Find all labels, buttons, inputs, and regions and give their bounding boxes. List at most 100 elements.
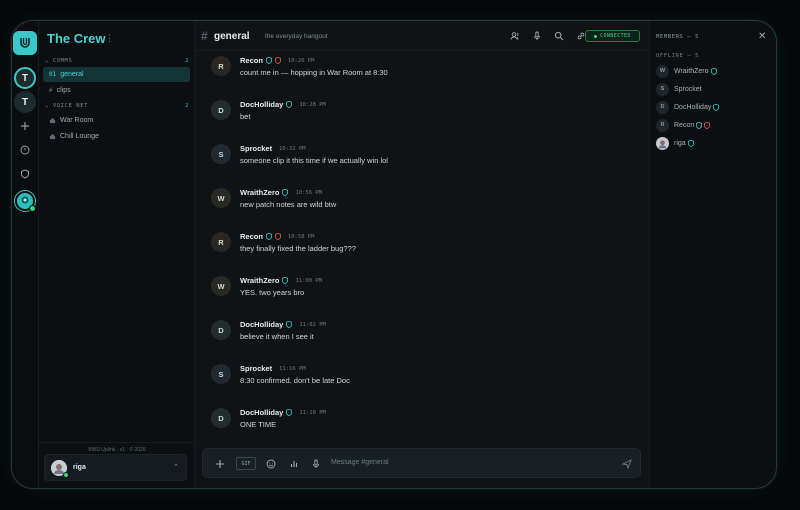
avatar[interactable]: R xyxy=(211,56,231,76)
server-name[interactable]: The Crew xyxy=(47,31,106,46)
shield-badge-icon xyxy=(710,67,717,75)
message-header: Recon 10:26 PM xyxy=(240,56,314,65)
members-icon[interactable] xyxy=(510,31,520,41)
search-icon[interactable] xyxy=(554,31,564,41)
members-title: MEMBERS — 5 xyxy=(656,34,700,40)
message-header: Sprocket 11:16 PM xyxy=(240,364,306,373)
shield-badge-icon xyxy=(265,57,272,64)
avatar[interactable]: R xyxy=(211,232,231,252)
channel-label: War Room xyxy=(60,117,94,124)
message-author[interactable]: Sprocket xyxy=(240,144,272,153)
member-item[interactable]: W WraithZero xyxy=(656,64,717,78)
member-item[interactable]: riga xyxy=(656,136,694,150)
poll-button[interactable] xyxy=(288,458,300,470)
server-button-2[interactable]: T xyxy=(14,91,36,113)
message-author[interactable]: Recon xyxy=(240,56,263,65)
member-name-text: DocHolliday xyxy=(674,103,712,111)
channel-topic: the everyday hangout xyxy=(265,33,328,40)
message-header: DocHolliday 11:02 PM xyxy=(240,320,326,329)
chevron-up-icon[interactable]: ⌃ xyxy=(173,463,179,471)
avatar: R xyxy=(656,118,669,132)
message-author[interactable]: WraithZero xyxy=(240,276,279,285)
explore-button[interactable] xyxy=(14,139,36,161)
avatar[interactable]: D xyxy=(211,320,231,340)
member-name-text: Recon xyxy=(674,121,695,129)
channel-number: 01 xyxy=(49,71,57,78)
smiley-icon xyxy=(266,459,276,469)
avatar[interactable]: W xyxy=(211,276,231,296)
avatar xyxy=(656,136,669,150)
send-icon xyxy=(622,459,632,469)
online-status-dot xyxy=(63,472,69,478)
microphone-icon[interactable] xyxy=(532,31,542,41)
message-text: YES. two years bro xyxy=(240,288,305,297)
security-button[interactable] xyxy=(14,163,36,185)
message-author[interactable]: DocHolliday xyxy=(240,320,283,329)
voice-channel-chill-lounge[interactable]: Chill Lounge xyxy=(43,129,190,144)
channel-label: general xyxy=(60,71,84,78)
bar-chart-icon xyxy=(290,461,298,467)
app-logo[interactable] xyxy=(13,31,37,55)
member-name: Recon xyxy=(674,121,711,129)
members-section-label: OFFLINE — 5 xyxy=(656,53,700,59)
shield-badge-icon xyxy=(282,277,289,284)
add-server-button[interactable] xyxy=(14,115,36,137)
member-item[interactable]: S Sprocket xyxy=(656,82,702,96)
compass-icon xyxy=(20,145,30,155)
gif-button[interactable]: GIF xyxy=(236,457,256,470)
message-header: WraithZero 11:00 PM xyxy=(240,276,322,285)
voice-channel-war-room[interactable]: War Room xyxy=(43,113,190,128)
avatar[interactable]: S xyxy=(211,364,231,384)
message-author[interactable]: DocHolliday xyxy=(240,100,283,109)
channel-clips[interactable]: # clips xyxy=(43,83,190,98)
message-text: someone clip it this time if we actually… xyxy=(240,156,388,165)
message-author[interactable]: Recon xyxy=(240,232,263,241)
message-text: believe it when I see it xyxy=(240,332,314,341)
version-text: BWU Uplink · v1 · © 2026 xyxy=(39,442,195,453)
section-voice-net[interactable]: ⌄ VOICE NET 2 xyxy=(45,103,189,109)
message-timestamp: 11:18 PM xyxy=(299,409,326,416)
message-author[interactable]: WraithZero xyxy=(240,188,279,197)
avatar: S xyxy=(656,82,669,96)
message-text: bet xyxy=(240,112,251,121)
channel-general[interactable]: 01 general xyxy=(43,67,190,82)
members-panel: MEMBERS — 5 ✕ OFFLINE — 5 W WraithZero S Sp… xyxy=(649,21,776,488)
member-item[interactable]: R Recon xyxy=(656,118,711,132)
status-dot xyxy=(594,34,598,38)
shield-badge-icon xyxy=(265,233,272,240)
message-header: DocHolliday 11:18 PM xyxy=(240,408,326,417)
avatar: D xyxy=(656,100,669,114)
add-attachment-button[interactable] xyxy=(214,458,226,470)
send-button[interactable] xyxy=(621,458,633,470)
voice-message-button[interactable] xyxy=(310,458,322,470)
close-icon[interactable]: ✕ xyxy=(758,31,766,42)
rail-user-avatar[interactable] xyxy=(15,191,36,212)
heart-badge-icon xyxy=(274,233,281,240)
message-author[interactable]: DocHolliday xyxy=(240,408,283,417)
shield-logo-icon xyxy=(20,38,30,48)
member-name-text: riga xyxy=(674,139,686,147)
home-icon xyxy=(49,117,56,124)
shield-icon xyxy=(21,169,29,179)
member-item[interactable]: D DocHolliday xyxy=(656,100,720,114)
message-author[interactable]: Sprocket xyxy=(240,364,272,373)
hash-icon: # xyxy=(49,87,53,94)
user-panel[interactable]: riga ⌃ xyxy=(44,454,187,481)
emoji-button[interactable] xyxy=(265,458,277,470)
message-timestamp: 10:58 PM xyxy=(287,233,315,240)
message-header: DocHolliday 10:28 PM xyxy=(240,100,326,109)
section-comms[interactable]: ⌄ COMMS 2 xyxy=(45,58,189,64)
server-menu-icon[interactable]: ⋮ xyxy=(105,33,114,44)
shield-badge-icon xyxy=(286,409,293,416)
message-input[interactable]: Message #general xyxy=(331,459,389,466)
message-text: they finally fixed the ladder bug??? xyxy=(240,244,356,253)
member-name: WraithZero xyxy=(674,67,717,75)
server-button-the-crew[interactable]: T xyxy=(14,67,36,89)
member-name-text: WraithZero xyxy=(674,67,709,75)
shield-badge-icon xyxy=(282,189,289,196)
avatar[interactable]: W xyxy=(211,188,231,208)
message-text: new patch notes are wild btw xyxy=(240,200,337,209)
avatar[interactable]: D xyxy=(211,100,231,120)
avatar[interactable]: D xyxy=(211,408,231,428)
avatar[interactable]: S xyxy=(211,144,231,164)
